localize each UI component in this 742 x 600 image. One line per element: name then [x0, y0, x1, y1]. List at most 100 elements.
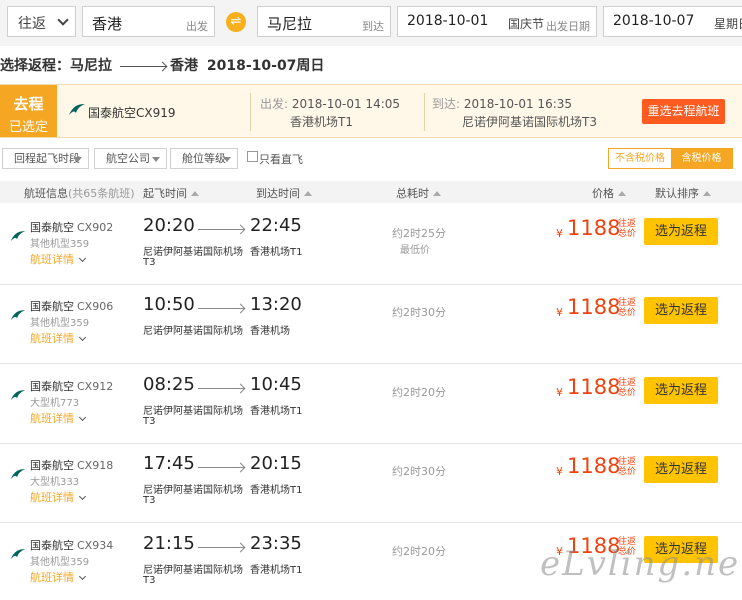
filter-bar: 回程起飞时段 航空公司 舱位等级 只看直飞 不含税价格 含税价格	[0, 148, 742, 170]
airline-label: 国泰航空	[30, 221, 74, 234]
chevron-down-icon	[78, 333, 87, 342]
filter-airline-label: 航空公司	[106, 152, 150, 165]
chevron-down-icon	[78, 254, 87, 263]
chevron-down-icon	[78, 492, 87, 501]
departure-time: 17:45	[143, 453, 195, 474]
flight-duration: 约2时30分	[392, 306, 446, 319]
origin-hint: 出发	[186, 20, 208, 33]
aircraft-type: 大型机333	[30, 477, 80, 488]
cathay-logo-icon	[10, 548, 26, 564]
col-dep-time[interactable]: 起飞时间	[143, 185, 199, 201]
currency-symbol: ¥	[556, 465, 563, 478]
airline-name: 国泰航空 CX902	[30, 219, 113, 235]
arrow-right-icon	[120, 65, 166, 67]
airline-label: 国泰航空	[30, 380, 74, 393]
swap-cities-icon[interactable]: ⇌	[226, 12, 246, 32]
dep-time: 2018-10-01 14:05	[291, 97, 401, 111]
price-note: 往返总价	[618, 457, 637, 477]
flight-number: CX918	[77, 459, 114, 472]
cathay-logo-icon	[68, 103, 86, 120]
direct-only-checkbox[interactable]	[247, 151, 258, 162]
select-return-button[interactable]: 选为返程	[644, 377, 718, 404]
flight-details-label: 航班详情	[30, 253, 74, 266]
currency-symbol: ¥	[556, 386, 563, 399]
departure-time: 20:20	[143, 215, 195, 236]
selected-arrival: 到达: 2018-10-01 16:35 尼诺伊阿基诺国际机场T3	[432, 95, 597, 131]
flight-row: 国泰航空 CX912 大型机773 航班详情 08:25 10:45 尼诺伊阿基诺…	[0, 364, 742, 444]
flight-details-link[interactable]: 航班详情	[30, 489, 87, 505]
col-arr-time-label: 到达时间	[256, 187, 300, 200]
flight-details-label: 航班详情	[30, 571, 74, 584]
flight-row: 国泰航空 CX902 其他机型359 航班详情 20:20 22:45 尼诺伊阿基…	[0, 205, 742, 285]
col-flight-info-label: 航班信息	[24, 187, 68, 200]
caret-down-icon	[223, 157, 231, 162]
sort-up-icon	[618, 191, 626, 196]
col-price[interactable]: 价格	[592, 185, 626, 201]
departure-airport: 尼诺伊阿基诺国际机场	[143, 565, 243, 576]
flight-duration: 约2时25分	[392, 227, 446, 240]
departure-terminal: T3	[143, 416, 156, 427]
departure-time: 08:25	[143, 374, 195, 395]
arrival-airport: 香港机场T1	[250, 247, 303, 258]
caret-down-icon	[74, 157, 82, 162]
filter-cabin-dropdown[interactable]: 舱位等级	[170, 148, 238, 169]
currency-symbol: ¥	[556, 306, 563, 319]
col-arr-time[interactable]: 到达时间	[256, 185, 312, 201]
select-return-button[interactable]: 选为返程	[644, 297, 718, 324]
filter-time-dropdown[interactable]: 回程起飞时段	[2, 148, 89, 169]
origin-value: 香港	[92, 15, 123, 33]
reselect-outbound-button[interactable]: 重选去程航班	[642, 99, 725, 124]
aircraft-type: 大型机773	[30, 398, 80, 409]
destination-field[interactable]: 马尼拉 到达	[257, 6, 391, 37]
flight-details-link[interactable]: 航班详情	[30, 410, 87, 426]
sort-up-icon	[304, 191, 312, 196]
col-flight-info: 航班信息(共65条航班)	[24, 185, 135, 201]
tax-included-tab[interactable]: 含税价格	[671, 149, 732, 168]
cathay-logo-icon	[10, 230, 26, 246]
return-weekday: 星期日	[714, 17, 742, 31]
arr-time: 2018-10-01 16:35	[463, 97, 573, 111]
arrival-time: 22:45	[250, 215, 302, 236]
flight-details-link[interactable]: 航班详情	[30, 251, 87, 267]
departure-terminal: T3	[143, 575, 156, 586]
outbound-badge-title: 去程	[13, 95, 44, 113]
flight-details-link[interactable]: 航班详情	[30, 569, 87, 585]
departure-terminal: T3	[143, 495, 156, 506]
return-date-field[interactable]: 2018-10-07 星期日	[603, 6, 742, 37]
cathay-logo-icon	[10, 468, 26, 484]
select-return-button[interactable]: 选为返程	[644, 456, 718, 483]
tax-excluded-tab[interactable]: 不含税价格	[609, 149, 671, 168]
origin-field[interactable]: 香港 出发	[82, 6, 215, 37]
flight-details-link[interactable]: 航班详情	[30, 330, 87, 346]
flight-details-label: 航班详情	[30, 412, 74, 425]
cathay-logo-icon	[10, 389, 26, 405]
arrival-airport: 香港机场T1	[250, 565, 303, 576]
flight-count: (共65条航班)	[68, 187, 135, 200]
flight-details-label: 航班详情	[30, 491, 74, 504]
select-return-button[interactable]: 选为返程	[644, 218, 718, 245]
arrow-right-icon	[198, 229, 244, 230]
arrival-time: 10:45	[250, 374, 302, 395]
trip-type-select[interactable]: 往返	[7, 6, 76, 37]
flight-duration: 约2时20分	[392, 386, 446, 399]
arrival-time: 13:20	[250, 294, 302, 315]
flight-duration: 约2时30分	[392, 465, 446, 478]
cathay-logo-icon	[10, 309, 26, 325]
arrow-right-icon	[198, 308, 244, 309]
airline-label: 国泰航空	[30, 300, 74, 313]
destination-value: 马尼拉	[267, 15, 313, 33]
departure-airport: 尼诺伊阿基诺国际机场	[143, 326, 243, 337]
direct-only-label[interactable]: 只看直飞	[259, 151, 303, 167]
flight-price: 1188	[567, 216, 621, 240]
price-note: 往返总价	[618, 378, 637, 398]
col-duration[interactable]: 总耗时	[396, 185, 441, 201]
filter-airline-dropdown[interactable]: 航空公司	[94, 148, 167, 169]
chevron-down-icon	[78, 572, 87, 581]
col-sort-label: 默认排序	[655, 187, 699, 200]
col-sort[interactable]: 默认排序	[655, 185, 711, 201]
depart-date-field[interactable]: 2018-10-01 国庆节 出发日期	[397, 6, 597, 37]
flight-row: 国泰航空 CX906 其他机型359 航班详情 10:50 13:20 尼诺伊阿基…	[0, 284, 742, 364]
departure-terminal: T3	[143, 257, 156, 268]
flight-number: CX906	[77, 300, 114, 313]
flight-price: 1188	[567, 295, 621, 319]
